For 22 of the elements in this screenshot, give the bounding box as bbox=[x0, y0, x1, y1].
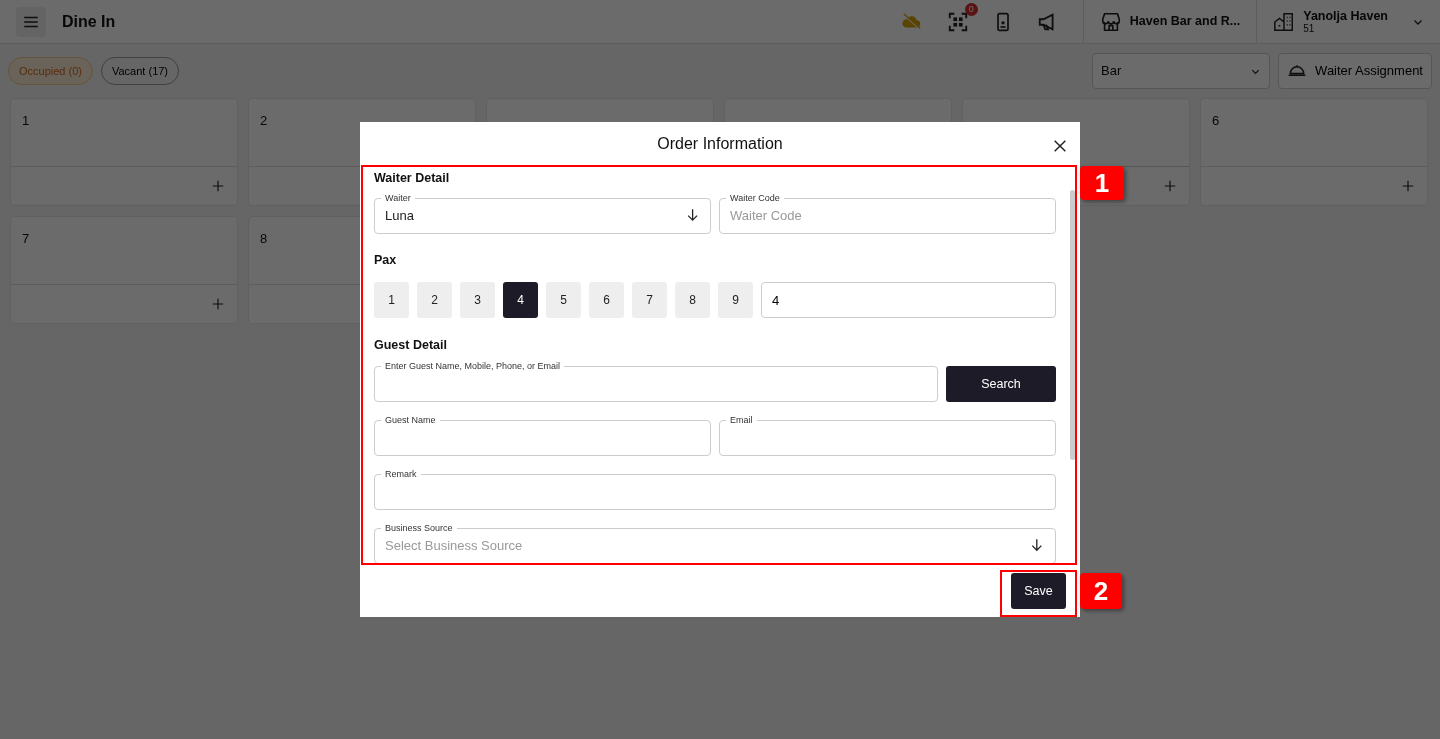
field-label: Business Source bbox=[384, 524, 454, 533]
step-number: 1 bbox=[1080, 166, 1124, 200]
notification-badge: 0 bbox=[964, 2, 978, 16]
field-label: Enter Guest Name, Mobile, Phone, or Email bbox=[384, 362, 562, 371]
table-number: 6 bbox=[1212, 113, 1220, 128]
property-name: Yanolja Haven bbox=[1303, 9, 1388, 23]
field-label: Waiter bbox=[384, 194, 412, 203]
field-label: Waiter Code bbox=[729, 194, 781, 203]
field-label: Remark bbox=[384, 470, 418, 479]
section-heading: Pax bbox=[374, 253, 398, 268]
step-number: 2 bbox=[1080, 573, 1122, 609]
table-number: 2 bbox=[260, 113, 268, 128]
field-label: Email bbox=[729, 416, 754, 425]
property-code: 51 bbox=[1303, 23, 1316, 34]
table-number: 7 bbox=[22, 231, 30, 246]
dialog-title: Order Information bbox=[657, 133, 783, 154]
table-number: 1 bbox=[22, 113, 30, 128]
field-label: Guest Name bbox=[384, 416, 437, 425]
section-heading: Waiter Detail bbox=[374, 171, 451, 186]
page-title: Dine In bbox=[62, 11, 116, 32]
section-heading: Guest Detail bbox=[374, 338, 448, 353]
table-number: 8 bbox=[260, 231, 268, 246]
